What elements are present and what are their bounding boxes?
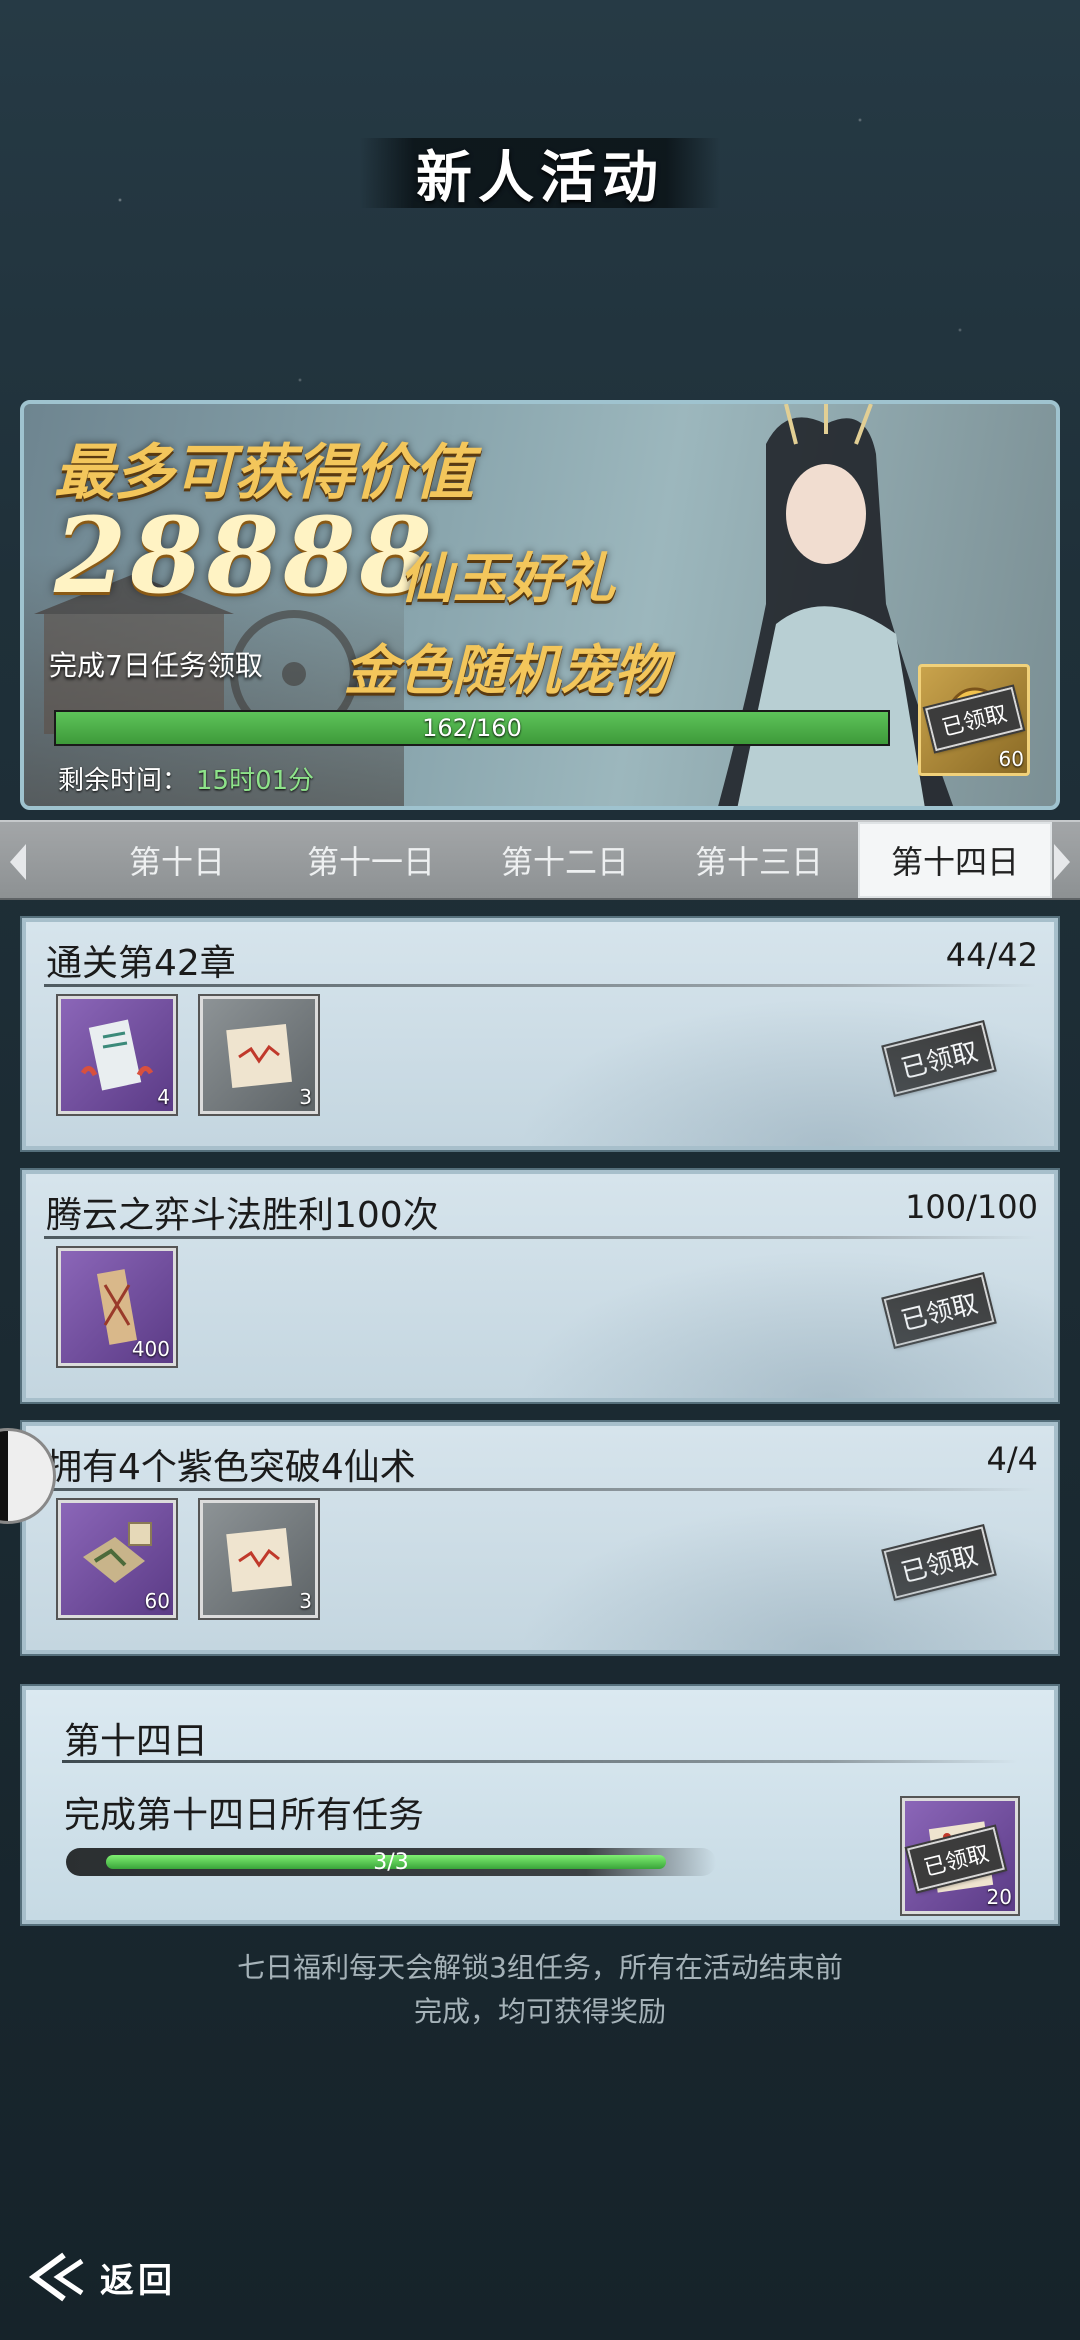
day-progress-bar: 3/3 <box>66 1848 716 1876</box>
item-quantity: 20 <box>986 1885 1012 1909</box>
remaining-time: 剩余时间： 15时01分 <box>58 760 314 797</box>
task-progress: 4/4 <box>986 1440 1039 1478</box>
tab-day-10[interactable]: 第十日 <box>80 822 274 898</box>
task-divider <box>44 984 1036 987</box>
paper-icon <box>226 1528 292 1592</box>
banner-reward-item[interactable]: 已领取 60 <box>918 664 1030 776</box>
reward-item[interactable]: 4 <box>56 994 178 1116</box>
reward-item[interactable]: 3 <box>198 1498 320 1620</box>
back-button[interactable]: 返回 <box>24 2242 224 2312</box>
task-card: 腾云之弈斗法胜利100次 100/100 400 已领取 <box>20 1168 1060 1404</box>
day-reward-item[interactable]: 已领取 20 <box>900 1796 1020 1916</box>
item-quantity: 400 <box>131 1337 170 1361</box>
task-title: 拥有4个紫色突破4仙术 <box>46 1447 416 1488</box>
banner-pet-text: 金色随机宠物 <box>344 638 668 702</box>
page-title-bar: 新人活动 <box>360 138 720 211</box>
day-summary-title: 第十四日 <box>64 1721 209 1762</box>
back-label: 返回 <box>100 2260 176 2301</box>
item-quantity: 3 <box>299 1085 312 1109</box>
day-summary-divider <box>62 1760 1018 1763</box>
task-divider <box>44 1236 1036 1239</box>
task-title: 通关第42章 <box>46 943 236 984</box>
tab-day-11[interactable]: 第十一日 <box>274 822 468 898</box>
reward-item[interactable]: 400 <box>56 1246 178 1368</box>
tabs-scroll-left-icon[interactable] <box>10 844 26 880</box>
day-progress-label: 3/3 <box>373 1849 409 1875</box>
task-divider <box>44 1488 1036 1491</box>
back-arrow-icon <box>28 2252 84 2302</box>
remaining-time-value: 15时01分 <box>196 766 315 796</box>
footer-note-line1: 七日福利每天会解锁3组任务，所有在活动结束前 <box>237 1951 843 1984</box>
page-title: 新人活动 <box>416 144 664 211</box>
task-card: 通关第42章 44/42 4 3 已领取 <box>20 916 1060 1152</box>
day-summary-card: 第十四日 完成第十四日所有任务 3/3 已领取 20 <box>20 1684 1060 1926</box>
task-title: 腾云之弈斗法胜利100次 <box>46 1195 439 1236</box>
day-summary-desc: 完成第十四日所有任务 <box>64 1795 425 1836</box>
tabs-scroll-right-icon[interactable] <box>1054 844 1070 880</box>
task-card: 拥有4个紫色突破4仙术 4/4 60 3 已领取 <box>20 1420 1060 1656</box>
day-tabs: 第十日 第十一日 第十二日 第十三日 第十四日 <box>0 820 1080 900</box>
event-banner: 最多可获得价值 28888 仙玉好礼 完成7日任务领取 金色随机宠物 162/1… <box>20 400 1060 810</box>
banner-gift-label: 仙玉好礼 <box>399 546 615 610</box>
tab-day-12[interactable]: 第十二日 <box>468 822 662 898</box>
reward-item[interactable]: 60 <box>56 1498 178 1620</box>
footer-note: 七日福利每天会解锁3组任务，所有在活动结束前 完成，均可获得奖励 <box>0 1946 1080 2034</box>
paper-icon <box>226 1024 292 1088</box>
item-quantity: 60 <box>998 747 1024 771</box>
claimed-stamp: 已领取 <box>881 1019 997 1098</box>
claimed-stamp: 已领取 <box>881 1523 997 1602</box>
reward-item[interactable]: 3 <box>198 994 320 1116</box>
banner-progress-bar: 162/160 <box>54 710 890 746</box>
task-progress: 100/100 <box>905 1188 1038 1226</box>
task-progress: 44/42 <box>945 936 1038 974</box>
tab-day-13[interactable]: 第十三日 <box>662 822 856 898</box>
banner-progress-label: 162/160 <box>422 714 522 742</box>
item-quantity: 60 <box>144 1589 170 1613</box>
remaining-time-label: 剩余时间： <box>58 766 189 796</box>
scroll-icon <box>80 1019 154 1091</box>
tab-day-14[interactable]: 第十四日 <box>858 822 1052 898</box>
banner-task-text: 完成7日任务领取 <box>49 649 263 682</box>
item-quantity: 3 <box>299 1589 312 1613</box>
claimed-stamp: 已领取 <box>881 1271 997 1350</box>
item-quantity: 4 <box>157 1085 170 1109</box>
footer-note-line2: 完成，均可获得奖励 <box>413 1995 666 2028</box>
banner-amount: 28888 <box>54 494 436 617</box>
